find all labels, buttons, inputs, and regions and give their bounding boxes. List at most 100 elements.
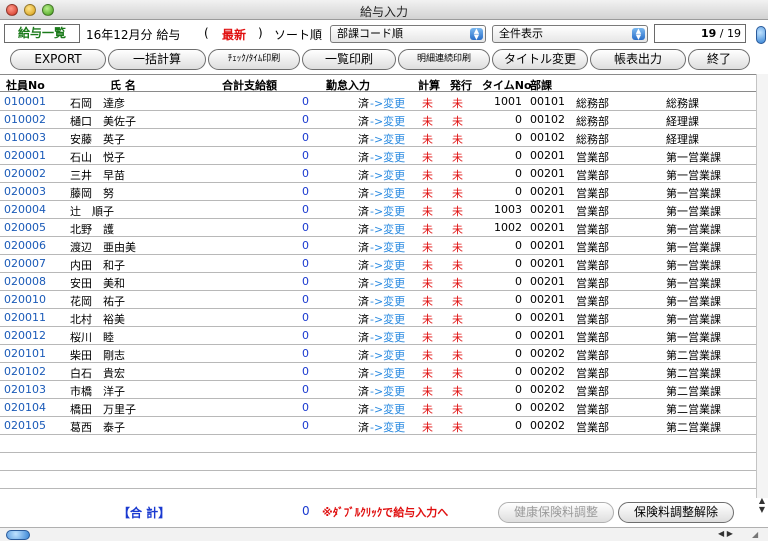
detail-print-button[interactable]: 明細連続印刷 (398, 49, 490, 70)
dept-code: 00202 (530, 365, 565, 378)
header-calc[interactable]: 計算 (418, 77, 440, 93)
change-link[interactable]: ->変更 (370, 311, 405, 327)
table-row[interactable]: 020102 白石 貴宏 0 済 ->変更 未 未 0 00202 営業部 第二営業課 (0, 363, 756, 381)
resize-grip-icon[interactable]: ◢ (752, 530, 764, 540)
employee-no: 020011 (4, 311, 46, 324)
change-link[interactable]: ->変更 (370, 221, 405, 237)
table-row[interactable]: 020101 柴田 剛志 0 済 ->変更 未 未 0 00202 営業部 第二営業課 (0, 345, 756, 363)
table-row[interactable]: 020104 橋田 万里子 0 済 ->変更 未 未 0 00202 営業部 第二営業課 (0, 399, 756, 417)
time-no: 0 (515, 257, 522, 270)
change-link[interactable]: ->変更 (370, 419, 405, 435)
header-issue[interactable]: 発行 (450, 77, 472, 93)
section-name: 第一営業課 (666, 313, 721, 326)
scroll-thumb[interactable] (6, 530, 30, 540)
exit-button[interactable]: 終了 (688, 49, 750, 70)
header-no[interactable]: 社員No (6, 77, 45, 93)
header-dept[interactable]: 部課 (530, 77, 552, 93)
table-row[interactable]: 020005 北野 護 0 済 ->変更 未 未 1002 00201 営業部 第一営業課 (0, 219, 756, 237)
paren-open: ( (204, 26, 209, 40)
table-row[interactable]: 020008 安田 美和 0 済 ->変更 未 未 0 00201 営業部 第一営業課 (0, 273, 756, 291)
change-link[interactable]: ->変更 (370, 113, 405, 129)
change-link[interactable]: ->変更 (370, 365, 405, 381)
list-print-button[interactable]: 一覧印刷 (302, 49, 396, 70)
dept-name: 営業部 (576, 295, 609, 308)
dept-name: 総務部 (576, 133, 609, 146)
issue-status: 未 (452, 223, 463, 236)
table-body: 010001 石岡 達彦 0 済 ->変更未未 1001 00101 総務部 総務課 010002… (0, 93, 756, 489)
attendance-status: 済 (358, 403, 369, 416)
table-row[interactable]: 020010 花岡 祐子 0 済 ->変更 未 未 0 00201 営業部 第一営業課 (0, 291, 756, 309)
health-insurance-adjust-button[interactable]: 健康保険料調整 (498, 502, 614, 523)
page-indicator[interactable]: 19 / 19 (654, 24, 746, 43)
action-toolbar: EXPORT 一括計算 ﾁｪｯｸ/ﾀｲﾑ印刷 一覧印刷 明細連続印刷 タイトル変… (0, 49, 768, 71)
sort-label: ソート順 (274, 28, 323, 42)
table-row[interactable]: 020103 市橋 洋子 0 済 ->変更 未 未 0 00202 営業部 第二営業課 (0, 381, 756, 399)
table-row[interactable]: 020003 藤岡 努 0 済 ->変更 未 未 0 00201 営業部 第一営業課 (0, 183, 756, 201)
table-row[interactable]: 020006 渡辺 亜由美 0 済 ->変更 未 未 0 00201 営業部 第一営業課 (0, 237, 756, 255)
change-link[interactable]: ->変更 (370, 185, 405, 201)
change-link[interactable]: ->変更 (370, 275, 405, 291)
horizontal-scroll-arrows[interactable]: ◀ ▶ (718, 529, 733, 538)
dept-name: 営業部 (576, 151, 609, 164)
change-link[interactable]: ->変更 (370, 167, 405, 183)
dept-code: 00201 (530, 311, 565, 324)
table-row[interactable]: 010003 安藤 英子 0 済 ->変更 未 未 0 00102 総務部 経理課 (0, 129, 756, 147)
time-no: 0 (515, 131, 522, 144)
employee-name: 三井 早苗 (70, 169, 125, 182)
change-link[interactable]: ->変更 (370, 401, 405, 417)
header-attendance[interactable]: 勤怠入力 (326, 77, 370, 93)
employee-name: 石山 悦子 (70, 151, 125, 164)
horizontal-scrollbar[interactable]: ◀ ▶ ◢ (0, 527, 768, 541)
bulk-calc-button[interactable]: 一括計算 (108, 49, 206, 70)
employee-no: 020006 (4, 239, 46, 252)
table-row[interactable]: 020007 内田 和子 0 済 ->変更 未 未 0 00201 営業部 第一営業課 (0, 255, 756, 273)
table-row[interactable]: 020011 北村 裕美 0 済 ->変更 未 未 0 00201 営業部 第一営業課 (0, 309, 756, 327)
issue-status: 未 (452, 277, 463, 290)
report-output-button[interactable]: 帳表出力 (590, 49, 686, 70)
section-name: 第一営業課 (666, 151, 721, 164)
calc-status: 未 (422, 259, 433, 272)
check-time-print-button[interactable]: ﾁｪｯｸ/ﾀｲﾑ印刷 (208, 49, 300, 70)
employee-name: 藤岡 努 (70, 187, 114, 200)
table-row[interactable]: 020002 三井 早苗 0 済 ->変更 未 未 0 00201 営業部 第一営業課 (0, 165, 756, 183)
header-total[interactable]: 合計支給額 (222, 77, 277, 93)
change-link[interactable]: ->変更 (370, 293, 405, 309)
table-row[interactable]: 020012 桜川 睦 0 済 ->変更 未 未 0 00201 営業部 第一営業課 (0, 327, 756, 345)
change-link[interactable]: ->変更 (370, 131, 405, 147)
table-row[interactable]: 010001 石岡 達彦 0 済 ->変更 未 未 1001 00101 総務部 総務課 (0, 93, 756, 111)
vertical-scrollbar[interactable] (756, 74, 768, 498)
table-row[interactable]: 020001 石山 悦子 0 済 ->変更 未 未 0 00201 営業部 第一営業課 (0, 147, 756, 165)
change-link[interactable]: ->変更 (370, 95, 405, 111)
table-row[interactable]: 020105 葛西 泰子 0 済 ->変更 未 未 0 00202 営業部 第二営業課 (0, 417, 756, 435)
calc-status: 未 (422, 349, 433, 362)
change-link[interactable]: ->変更 (370, 149, 405, 165)
attendance-status: 済 (358, 367, 369, 380)
sort-select[interactable]: 部課コード順 ▲ ▼ (330, 25, 486, 43)
export-button[interactable]: EXPORT (10, 49, 106, 70)
change-link[interactable]: ->変更 (370, 347, 405, 363)
filter-select[interactable]: 全件表示 ▲ ▼ (492, 25, 648, 43)
header-time-no[interactable]: タイムNo (482, 77, 532, 93)
section-name: 第二営業課 (666, 367, 721, 380)
dept-name: 総務部 (576, 115, 609, 128)
attendance-status: 済 (358, 151, 369, 164)
header-name[interactable]: 氏 名 (110, 77, 136, 93)
section-name: 総務課 (666, 97, 699, 110)
employee-name: 柴田 剛志 (70, 349, 125, 362)
insurance-adjust-cancel-button[interactable]: 保険料調整解除 (618, 502, 734, 523)
calc-status: 未 (422, 205, 433, 218)
change-link[interactable]: ->変更 (370, 257, 405, 273)
title-change-button[interactable]: タイトル変更 (492, 49, 588, 70)
filter-select-value: 全件表示 (499, 27, 543, 40)
total-amount: 0 (302, 167, 309, 180)
attendance-status: 済 (358, 349, 369, 362)
attendance-status: 済 (358, 313, 369, 326)
change-link[interactable]: ->変更 (370, 203, 405, 219)
employee-name: 安田 美和 (70, 277, 125, 290)
table-row[interactable]: 010002 樋口 美佐子 0 済 ->変更 未 未 0 00102 総務部 経理課 (0, 111, 756, 129)
attendance-status: 済 (358, 115, 369, 128)
change-link[interactable]: ->変更 (370, 383, 405, 399)
change-link[interactable]: ->変更 (370, 329, 405, 345)
table-row[interactable]: 020004 辻 順子 0 済 ->変更 未 未 1003 00201 営業部 第一営業課 (0, 201, 756, 219)
change-link[interactable]: ->変更 (370, 239, 405, 255)
